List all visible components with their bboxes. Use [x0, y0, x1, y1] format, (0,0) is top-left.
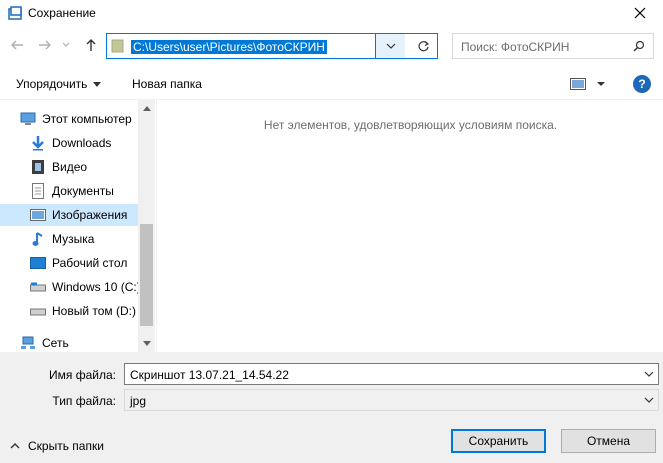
save-form: Имя файла: Скриншот 13.07.21_14.54.22 Ти… — [0, 352, 663, 463]
sidebar-scrollbar[interactable] — [138, 100, 155, 352]
sidebar-item-drive-d[interactable]: Новый том (D:) — [30, 300, 155, 322]
file-list[interactable]: Нет элементов, удовлетворяющих условиям … — [156, 100, 663, 352]
sidebar-item-label: Downloads — [52, 136, 112, 150]
scroll-down-button[interactable] — [138, 335, 155, 352]
search-box[interactable]: Поиск: ФотоСКРИН — [452, 33, 654, 59]
pictures-icon — [30, 207, 46, 223]
new-folder-button[interactable]: Новая папка — [132, 77, 202, 91]
save-button[interactable]: Сохранить — [451, 429, 546, 453]
sidebar-item-label: Сеть — [42, 336, 69, 350]
sidebar-item-label: Новый том (D:) — [52, 304, 136, 318]
forward-button[interactable] — [36, 36, 54, 54]
sidebar-item-network[interactable]: Сеть — [20, 332, 155, 352]
window-title: Сохранение — [28, 6, 96, 20]
music-note-icon — [30, 231, 46, 247]
search-input[interactable]: Поиск: ФотоСКРИН — [461, 40, 569, 54]
caret-down-icon — [597, 82, 605, 86]
filetype-select[interactable]: jpg — [124, 389, 659, 411]
address-path[interactable]: C:\Users\user\Pictures\ФотоСКРИН — [131, 40, 327, 54]
arrow-left-icon — [11, 40, 23, 50]
computer-icon — [20, 111, 36, 127]
chevron-down-icon — [644, 397, 654, 403]
chevron-down-icon — [142, 341, 151, 346]
sidebar-item-documents[interactable]: Документы — [30, 180, 155, 202]
chevron-down-icon — [644, 371, 654, 377]
sidebar-item-label: Видео — [52, 160, 88, 174]
sidebar-item-downloads[interactable]: Downloads — [30, 132, 155, 154]
sidebar-item-music[interactable]: Музыка — [30, 228, 155, 250]
cancel-button[interactable]: Отмена — [561, 429, 656, 453]
sidebar-item-label: Рабочий стол — [52, 256, 128, 270]
video-icon — [30, 159, 46, 175]
drive-icon — [30, 303, 46, 319]
scroll-thumb[interactable] — [140, 224, 153, 326]
up-button[interactable] — [82, 36, 100, 54]
sidebar-item-desktop[interactable]: Рабочий стол — [30, 252, 155, 274]
arrow-up-icon — [86, 39, 96, 51]
empty-message: Нет элементов, удовлетворяющих условиям … — [263, 118, 558, 132]
chevron-up-icon — [10, 443, 20, 449]
sidebar-item-this-pc[interactable]: Этот компьютер — [20, 108, 155, 130]
drive-icon — [30, 279, 46, 295]
filename-input[interactable]: Скриншот 13.07.21_14.54.22 — [124, 363, 659, 385]
hide-folders-button[interactable]: Скрыть папки — [10, 439, 104, 453]
sidebar-item-label: Музыка — [52, 232, 95, 246]
filename-label: Имя файла: — [49, 368, 116, 382]
search-icon — [633, 40, 645, 52]
folder-icon — [111, 39, 125, 53]
command-bar: Упорядочить Новая папка ? — [0, 68, 663, 100]
refresh-button[interactable] — [409, 34, 437, 58]
filetype-label: Тип файла: — [52, 394, 116, 408]
scroll-up-button[interactable] — [138, 100, 155, 117]
organize-button[interactable]: Упорядочить — [16, 77, 102, 91]
recent-locations-button[interactable] — [60, 36, 72, 54]
back-button[interactable] — [8, 36, 26, 54]
sidebar-item-pictures[interactable]: Изображения — [0, 204, 138, 226]
caret-down-icon — [93, 82, 102, 88]
document-icon — [30, 183, 46, 199]
address-bar[interactable]: C:\Users\user\Pictures\ФотоСКРИН — [106, 33, 438, 59]
sidebar-item-drive-c[interactable]: Windows 10 (C:) — [30, 276, 155, 298]
sidebar-item-label: Этот компьютер — [42, 112, 132, 126]
sidebar-item-video[interactable]: Видео — [30, 156, 155, 178]
view-options-button[interactable] — [570, 76, 610, 92]
view-options-icon — [570, 78, 586, 90]
title-bar: Сохранение — [0, 0, 663, 26]
close-button[interactable] — [617, 0, 663, 26]
organize-label: Упорядочить — [16, 77, 88, 91]
navigation-bar: C:\Users\user\Pictures\ФотоСКРИН Поиск: … — [0, 28, 663, 64]
navigation-pane: Этот компьютер Downloads Видео Документы… — [0, 100, 155, 352]
window-icon — [8, 6, 22, 20]
refresh-icon — [417, 40, 429, 51]
chevron-up-icon — [142, 106, 151, 111]
arrow-right-icon — [39, 40, 51, 50]
address-dropdown-button[interactable] — [375, 34, 405, 58]
filename-value: Скриншот 13.07.21_14.54.22 — [130, 368, 289, 382]
desktop-icon — [30, 255, 46, 271]
filetype-value: jpg — [130, 394, 147, 408]
chevron-down-icon — [386, 43, 395, 49]
close-icon — [634, 7, 646, 19]
help-button[interactable]: ? — [633, 75, 651, 93]
sidebar-item-label: Изображения — [52, 208, 128, 222]
download-arrow-icon — [30, 135, 46, 151]
sidebar-item-label: Документы — [52, 184, 114, 198]
network-icon — [20, 335, 36, 351]
hide-folders-label: Скрыть папки — [28, 439, 104, 453]
sidebar-item-label: Windows 10 (C:) — [52, 280, 141, 294]
chevron-down-icon — [62, 42, 70, 47]
